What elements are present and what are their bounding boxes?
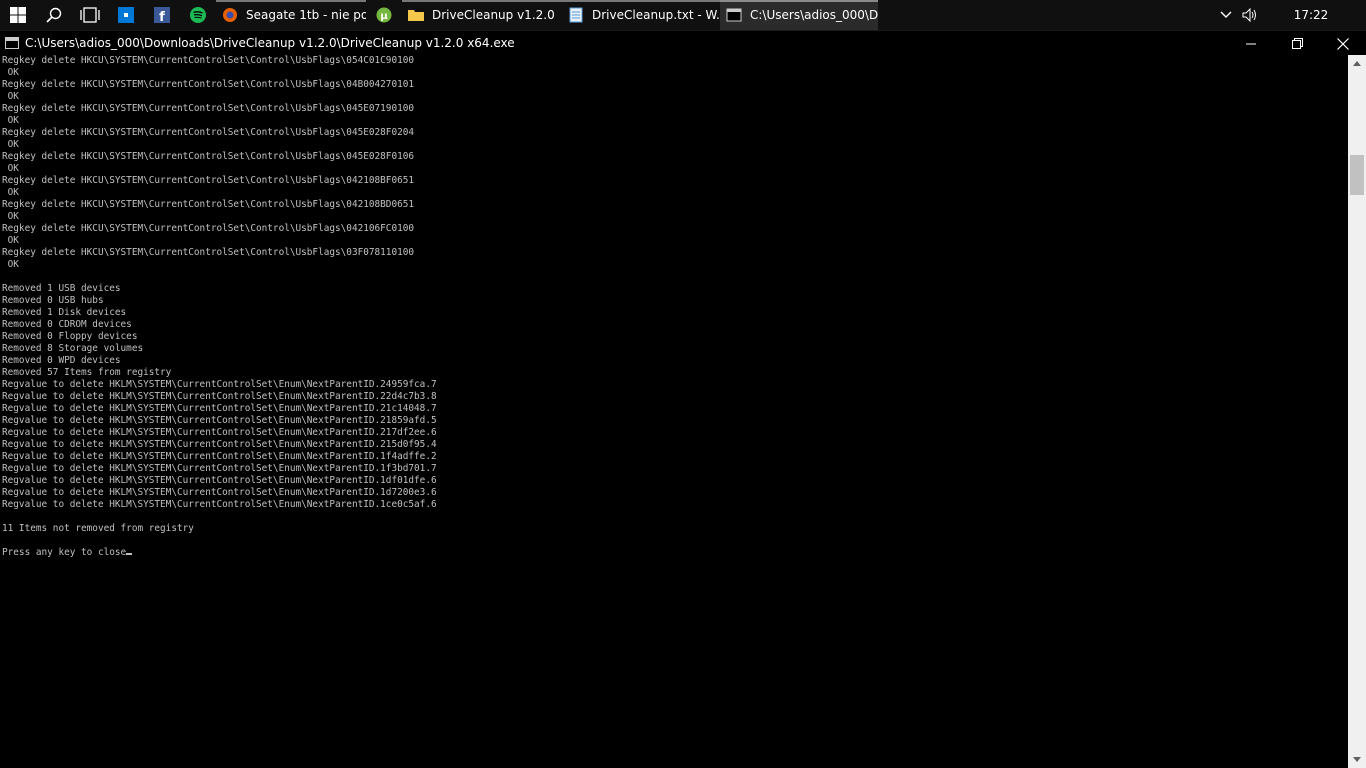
task-label: Seagate 1tb - nie poja... — [246, 8, 366, 22]
console-line: Regvalue to delete HKLM\SYSTEM\CurrentCo… — [2, 451, 437, 462]
taskbar-task-firefox[interactable]: Seagate 1tb - nie poja... — [216, 0, 366, 30]
close-icon — [1337, 37, 1349, 50]
console-line: Regkey delete HKCU\SYSTEM\CurrentControl… — [2, 199, 415, 210]
pinned-app-facebook[interactable]: f — [144, 0, 180, 30]
folder-icon — [408, 7, 424, 23]
window-controls — [1228, 31, 1366, 56]
firefox-icon — [222, 7, 238, 23]
console-line: OK — [2, 139, 19, 150]
text-cursor — [126, 553, 133, 555]
console-line: OK — [2, 115, 19, 126]
taskbar-task-explorer[interactable]: DriveCleanup v1.2.0 — [402, 0, 562, 30]
restore-icon — [1291, 38, 1303, 49]
console-line: Regvalue to delete HKLM\SYSTEM\CurrentCo… — [2, 391, 437, 402]
tray-spacer — [1262, 0, 1276, 30]
system-tray: 17:22 — [1214, 0, 1366, 30]
console-app-icon[interactable] — [5, 37, 19, 49]
svg-text:µ: µ — [380, 11, 388, 22]
console-line: Regkey delete HKCU\SYSTEM\CurrentControl… — [2, 151, 415, 162]
console-line: Regvalue to delete HKLM\SYSTEM\CurrentCo… — [2, 403, 437, 414]
scroll-up-button[interactable] — [1348, 55, 1366, 72]
console-line: Removed 8 Storage volumes — [2, 343, 144, 354]
console-line: Removed 57 Items from registry — [2, 367, 172, 378]
close-button[interactable] — [1320, 31, 1366, 56]
console-line: Removed 0 USB hubs — [2, 295, 104, 306]
store-icon — [118, 7, 134, 23]
console-line: Regkey delete HKCU\SYSTEM\CurrentControl… — [2, 223, 415, 234]
pinned-app-store[interactable] — [108, 0, 144, 30]
console-line: Press any key to close — [2, 547, 127, 558]
taskbar-task-console[interactable]: C:\Users\adios_000\D... — [720, 0, 878, 30]
restore-button[interactable] — [1274, 31, 1320, 56]
task-running-indicator — [562, 0, 720, 2]
console-line: OK — [2, 91, 19, 102]
task-running-indicator — [402, 0, 562, 2]
console-line: Regkey delete HKCU\SYSTEM\CurrentControl… — [2, 55, 415, 66]
console-line: Regkey delete HKCU\SYSTEM\CurrentControl… — [2, 247, 415, 258]
console-line: Removed 1 Disk devices — [2, 307, 127, 318]
console-line: Regkey delete HKCU\SYSTEM\CurrentControl… — [2, 175, 415, 186]
console-line: Regvalue to delete HKLM\SYSTEM\CurrentCo… — [2, 379, 437, 390]
window-title: C:\Users\adios_000\Downloads\DriveCleanu… — [25, 36, 515, 50]
task-label: C:\Users\adios_000\D... — [750, 8, 878, 22]
console-line: Regvalue to delete HKLM\SYSTEM\CurrentCo… — [2, 487, 437, 498]
task-view-icon — [80, 7, 100, 23]
console-line: Regkey delete HKCU\SYSTEM\CurrentControl… — [2, 103, 415, 114]
arrow-down-icon — [1353, 757, 1361, 762]
notepad-icon — [568, 7, 584, 23]
console-line: Regkey delete HKCU\SYSTEM\CurrentControl… — [2, 79, 415, 90]
svg-text:f: f — [159, 10, 165, 23]
taskbar-task-notepad[interactable]: DriveCleanup.txt - W... — [562, 0, 720, 30]
show-hidden-icons-button[interactable] — [1214, 0, 1238, 30]
utorrent-icon: µ — [376, 7, 392, 23]
task-label: DriveCleanup.txt - W... — [592, 8, 720, 22]
task-label: DriveCleanup v1.2.0 — [432, 8, 555, 22]
vertical-scrollbar[interactable] — [1348, 55, 1366, 768]
facebook-icon: f — [154, 7, 170, 23]
pinned-app-utorrent[interactable]: µ — [366, 0, 402, 30]
window-titlebar[interactable]: C:\Users\adios_000\Downloads\DriveCleanu… — [0, 30, 1366, 55]
scroll-down-button[interactable] — [1348, 751, 1366, 768]
console-line: Regkey delete HKCU\SYSTEM\CurrentControl… — [2, 127, 415, 138]
pinned-app-spotify[interactable] — [180, 0, 216, 30]
console-output-area[interactable]: Regkey delete HKCU\SYSTEM\CurrentControl… — [0, 55, 1348, 768]
volume-button[interactable] — [1238, 0, 1262, 30]
search-icon — [46, 7, 62, 23]
console-text: Regkey delete HKCU\SYSTEM\CurrentControl… — [0, 55, 1348, 559]
task-running-indicator — [216, 0, 366, 2]
console-icon — [726, 7, 742, 23]
console-line: Regvalue to delete HKLM\SYSTEM\CurrentCo… — [2, 439, 437, 450]
search-button[interactable] — [36, 0, 72, 30]
minimize-icon — [1246, 43, 1256, 44]
console-line: Removed 0 CDROM devices — [2, 319, 132, 330]
console-line: OK — [2, 187, 19, 198]
console-line: OK — [2, 163, 19, 174]
chevron-down-icon — [1220, 11, 1232, 18]
spotify-icon — [190, 7, 206, 23]
console-line: OK — [2, 235, 19, 246]
clock[interactable]: 17:22 — [1276, 8, 1346, 22]
console-line: Removed 0 WPD devices — [2, 355, 121, 366]
console-line: Removed 0 Floppy devices — [2, 331, 138, 342]
console-line: 11 Items not removed from registry — [2, 523, 194, 534]
console-line: OK — [2, 67, 19, 78]
minimize-button[interactable] — [1228, 31, 1274, 56]
console-line: Regvalue to delete HKLM\SYSTEM\CurrentCo… — [2, 427, 437, 438]
arrow-up-icon — [1353, 61, 1361, 66]
console-line: Regvalue to delete HKLM\SYSTEM\CurrentCo… — [2, 415, 437, 426]
console-line: Regvalue to delete HKLM\SYSTEM\CurrentCo… — [2, 499, 437, 510]
console-line: Regvalue to delete HKLM\SYSTEM\CurrentCo… — [2, 475, 437, 486]
windows-logo-icon — [10, 7, 26, 23]
start-button[interactable] — [0, 0, 36, 30]
console-line: OK — [2, 211, 19, 222]
console-line: Regvalue to delete HKLM\SYSTEM\CurrentCo… — [2, 463, 437, 474]
task-view-button[interactable] — [72, 0, 108, 30]
task-running-indicator — [720, 0, 878, 2]
taskbar: f Seagate 1tb - nie poja... µ DriveClean… — [0, 0, 1366, 30]
scrollbar-thumb[interactable] — [1350, 155, 1364, 195]
speaker-icon — [1242, 8, 1256, 22]
console-line: Removed 1 USB devices — [2, 283, 121, 294]
console-line: OK — [2, 259, 19, 270]
